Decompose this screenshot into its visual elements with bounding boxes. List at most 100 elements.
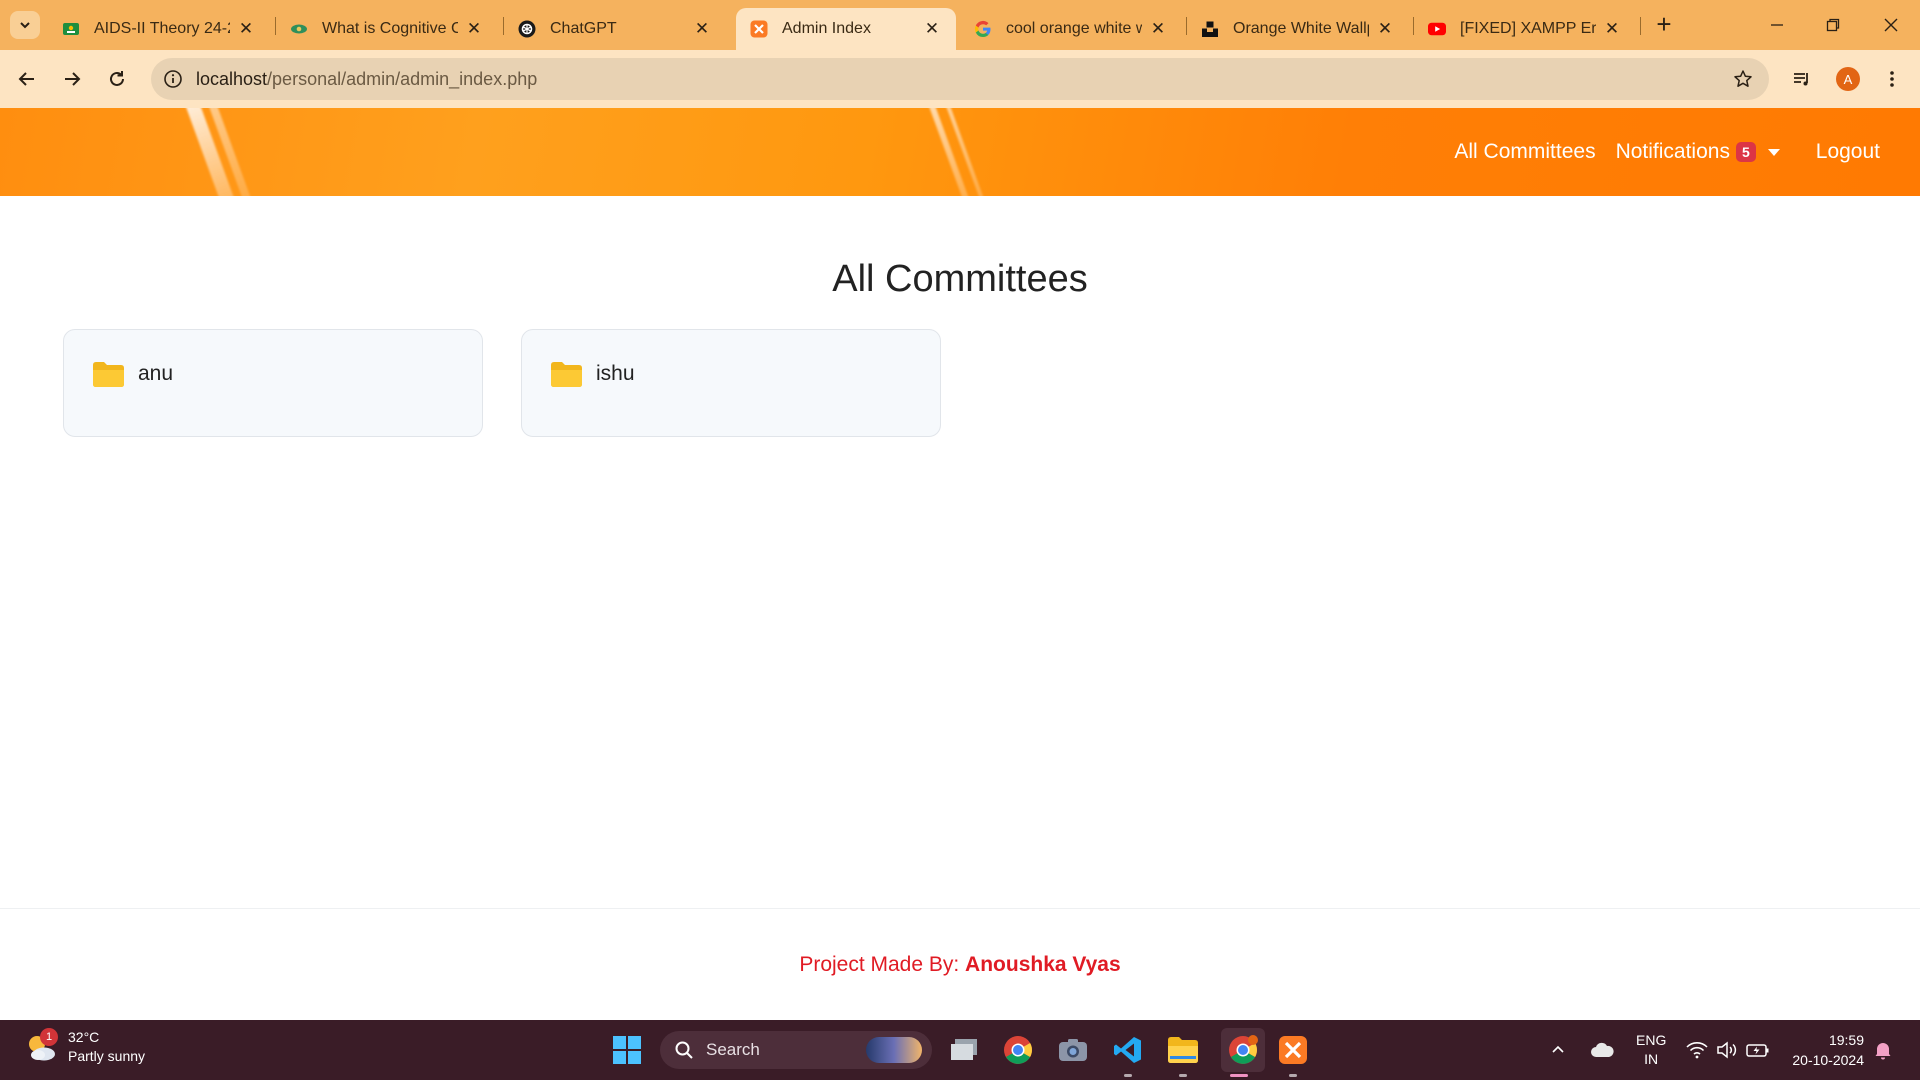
tab-separator <box>1640 17 1641 35</box>
windows-taskbar: 1 32°C Partly sunny Search ENG IN 19:59 … <box>0 1020 1920 1080</box>
onedrive-tray[interactable] <box>1590 1020 1614 1080</box>
committee-card-ishu[interactable]: ishu <box>521 329 941 437</box>
taskbar-xampp[interactable] <box>1276 1033 1310 1067</box>
tab-title: ChatGPT <box>550 20 617 37</box>
nav-notifications-dropdown[interactable]: Notifications 5 <box>1616 140 1780 164</box>
close-window-button[interactable] <box>1866 8 1916 42</box>
task-view-button[interactable] <box>947 1033 981 1067</box>
url-host: localhost <box>196 69 268 89</box>
committee-name: anu <box>138 362 174 385</box>
tab-google-search[interactable]: cool orange white w ✕ <box>960 8 1182 50</box>
tab-unsplash[interactable]: Orange White Wallp ✕ <box>1187 8 1409 50</box>
nav-logout[interactable]: Logout <box>1816 140 1880 164</box>
minimize-button[interactable] <box>1752 8 1802 42</box>
media-control-button[interactable] <box>1786 63 1818 95</box>
taskbar-chrome[interactable] <box>1001 1033 1035 1067</box>
taskbar-camera[interactable] <box>1056 1033 1090 1067</box>
chrome-icon <box>1229 1035 1258 1064</box>
tab-admin-index[interactable]: Admin Index ✕ <box>736 8 956 50</box>
battery-charging-icon <box>1746 1044 1769 1057</box>
restore-button[interactable] <box>1808 8 1858 42</box>
speaker-icon <box>1717 1041 1737 1059</box>
wifi-icon <box>1686 1042 1708 1059</box>
xampp-icon <box>1279 1036 1307 1064</box>
url-text[interactable]: localhost/personal/admin/admin_index.php <box>196 69 537 90</box>
tab-search-button[interactable] <box>10 11 40 39</box>
start-button[interactable] <box>610 1033 644 1067</box>
tab-chatgpt[interactable]: ChatGPT ✕ <box>504 8 726 50</box>
back-button[interactable] <box>11 63 43 95</box>
task-view-icon <box>951 1039 977 1060</box>
clock-time: 19:59 <box>1828 1032 1864 1048</box>
footer-prefix: Project Made By: <box>799 953 966 976</box>
language-code: ENG <box>1636 1032 1667 1048</box>
xampp-icon <box>750 20 768 38</box>
site-header: All Committees Notifications 5 Logout <box>0 108 1920 196</box>
close-icon[interactable]: ✕ <box>236 19 256 39</box>
taskbar-chrome-profile[interactable] <box>1221 1028 1265 1072</box>
taskbar-clock[interactable]: 19:59 20-10-2024 <box>1792 1030 1864 1070</box>
camera-icon <box>1059 1039 1087 1061</box>
close-icon[interactable]: ✕ <box>1148 19 1168 39</box>
show-hidden-icons[interactable] <box>1550 1020 1566 1080</box>
notification-count-badge: 5 <box>1735 142 1756 162</box>
taskbar-search-box[interactable]: Search <box>660 1031 932 1069</box>
new-tab-button[interactable]: + <box>1651 11 1677 38</box>
tab-cognitive[interactable]: What is Cognitive Co ✕ <box>276 8 498 50</box>
taskbar-vscode[interactable] <box>1111 1033 1145 1067</box>
classroom-icon <box>62 20 80 38</box>
close-icon[interactable]: ✕ <box>922 19 942 39</box>
vscode-icon <box>1114 1037 1141 1063</box>
page-title: All Committees <box>832 258 1088 300</box>
arrow-left-icon <box>18 72 34 86</box>
bell-icon <box>1875 1043 1891 1060</box>
profile-avatar[interactable]: A <box>1836 67 1860 91</box>
running-indicator-active <box>1230 1074 1248 1077</box>
chrome-icon <box>1004 1036 1032 1064</box>
nav-all-committees[interactable]: All Committees <box>1454 140 1595 164</box>
tab-title: Orange White Wallp <box>1233 20 1369 37</box>
tab-title: cool orange white w <box>1006 20 1142 37</box>
chevron-up-icon <box>1552 1045 1564 1053</box>
region-code: IN <box>1644 1051 1659 1067</box>
restore-icon <box>1826 18 1840 32</box>
url-path: /personal/admin/admin_index.php <box>267 69 538 89</box>
tab-youtube[interactable]: [FIXED] XAMPP Error ✕ <box>1414 8 1636 50</box>
windows-logo-icon <box>613 1036 641 1064</box>
browser-tab-strip: AIDS-II Theory 24-25 ✕ What is Cognitive… <box>0 0 1920 50</box>
network-tray[interactable] <box>1686 1020 1708 1080</box>
footer-divider <box>0 908 1920 909</box>
committee-name: ishu <box>596 362 635 385</box>
forward-button[interactable] <box>56 63 88 95</box>
committee-card-anu[interactable]: anu <box>63 329 483 437</box>
footer-author: Anoushka Vyas <box>965 953 1121 976</box>
reload-button[interactable] <box>101 63 133 95</box>
tab-aids[interactable]: AIDS-II Theory 24-25 ✕ <box>48 8 270 50</box>
address-bar[interactable]: localhost/personal/admin/admin_index.php <box>151 58 1769 100</box>
close-icon[interactable]: ✕ <box>464 19 484 39</box>
bookmark-star-icon[interactable] <box>1731 67 1755 91</box>
close-icon[interactable]: ✕ <box>692 19 712 39</box>
running-indicator <box>1289 1074 1297 1077</box>
search-placeholder: Search <box>706 1040 760 1059</box>
close-icon[interactable]: ✕ <box>1375 19 1395 39</box>
search-icon <box>674 1040 694 1060</box>
youtube-icon <box>1428 20 1446 38</box>
close-icon <box>1884 18 1898 32</box>
battery-tray[interactable] <box>1746 1020 1770 1080</box>
chevron-down-icon <box>20 22 30 29</box>
folder-icon <box>1168 1037 1198 1063</box>
taskbar-file-explorer[interactable] <box>1166 1033 1200 1067</box>
weather-widget[interactable]: 1 32°C Partly sunny <box>24 1028 145 1066</box>
browser-menu-button[interactable] <box>1876 63 1908 95</box>
tab-title: AIDS-II Theory 24-25 <box>94 20 230 37</box>
volume-tray[interactable] <box>1716 1020 1738 1080</box>
language-indicator[interactable]: ENG IN <box>1636 1020 1666 1080</box>
tab-title: What is Cognitive Co <box>322 20 458 37</box>
main-nav: All Committees Notifications 5 Logout <box>1434 108 1880 196</box>
google-icon <box>974 20 992 38</box>
close-icon[interactable]: ✕ <box>1602 19 1622 39</box>
site-footer: Project Made By: Anoushka Vyas <box>0 953 1920 977</box>
notification-center[interactable] <box>1874 1020 1892 1080</box>
site-info-icon[interactable] <box>161 67 185 91</box>
